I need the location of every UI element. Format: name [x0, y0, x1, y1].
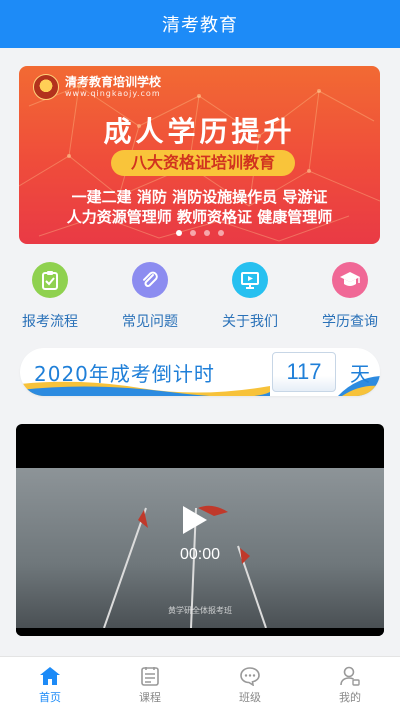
graduation-cap-icon: [332, 262, 368, 298]
banner-line-1: 一建二建 消防 消防设施操作员 导游证: [71, 188, 328, 206]
school-logo-icon: [33, 74, 59, 100]
page-title: 清考教育: [162, 15, 238, 36]
quick-link-label: 常见问题: [122, 314, 178, 330]
quick-link-registration-process[interactable]: 报考流程: [0, 262, 100, 334]
carousel-indicators: [19, 230, 380, 236]
countdown-days: 117: [272, 352, 336, 392]
banner-subtitle-pill: 八大资格证培训教育: [111, 150, 295, 176]
course-icon: [141, 667, 159, 686]
chat-icon: [240, 667, 260, 686]
user-icon: [340, 666, 360, 686]
quick-link-label: 学历查询: [322, 314, 378, 330]
video-time: 00:00: [179, 546, 221, 563]
carousel-dot[interactable]: [203, 230, 210, 236]
banner-title: 成人学历提升: [103, 115, 296, 148]
school-name: 清考教育培训学校: [65, 75, 162, 89]
exam-countdown-banner[interactable]: 2020年成考倒计时 117 天: [20, 348, 380, 396]
carousel-dot[interactable]: [217, 230, 224, 236]
quick-link-label: 关于我们: [222, 314, 278, 330]
tab-profile[interactable]: 我的: [300, 657, 400, 710]
presentation-icon: [232, 262, 268, 298]
school-url: www.qingkaojy.com: [65, 89, 161, 98]
banner-line-2: 人力资源管理师 教师资格证 健康管理师: [66, 208, 333, 226]
countdown-label: 2020年成考倒计时: [34, 362, 215, 386]
play-icon: [183, 506, 207, 534]
quick-link-degree-query[interactable]: 学历查询: [300, 262, 400, 334]
tab-home[interactable]: 首页: [0, 657, 100, 710]
clipboard-icon: [32, 262, 68, 298]
home-icon: [40, 667, 60, 685]
quick-link-about-us[interactable]: 关于我们: [200, 262, 300, 334]
tab-courses[interactable]: 课程: [100, 657, 200, 710]
quick-links: 报考流程 常见问题 关于我们 学历查询: [0, 262, 400, 334]
countdown-unit: 天: [350, 362, 370, 386]
video-caption: 黄学研全体报考班: [168, 606, 232, 615]
bottom-tab-bar: 首页 课程 班级 我的: [0, 656, 400, 710]
tab-label: 我的: [339, 691, 361, 704]
carousel-dot-active[interactable]: [175, 230, 182, 236]
school-brand: 清考教育培训学校 www.qingkaojy.com: [33, 74, 161, 100]
play-button[interactable]: [174, 503, 214, 541]
tab-label: 班级: [239, 691, 261, 704]
paperclip-icon: [132, 262, 168, 298]
quick-link-faq[interactable]: 常见问题: [100, 262, 200, 334]
promo-banner[interactable]: 清考教育培训学校 www.qingkaojy.com 成人学历提升 八大资格证培…: [19, 66, 380, 244]
app-header: 清考教育: [0, 0, 400, 48]
quick-link-label: 报考流程: [22, 314, 78, 330]
tab-class[interactable]: 班级: [200, 657, 300, 710]
tab-label: 首页: [39, 691, 61, 704]
tab-label: 课程: [139, 691, 161, 704]
carousel-dot[interactable]: [189, 230, 196, 236]
